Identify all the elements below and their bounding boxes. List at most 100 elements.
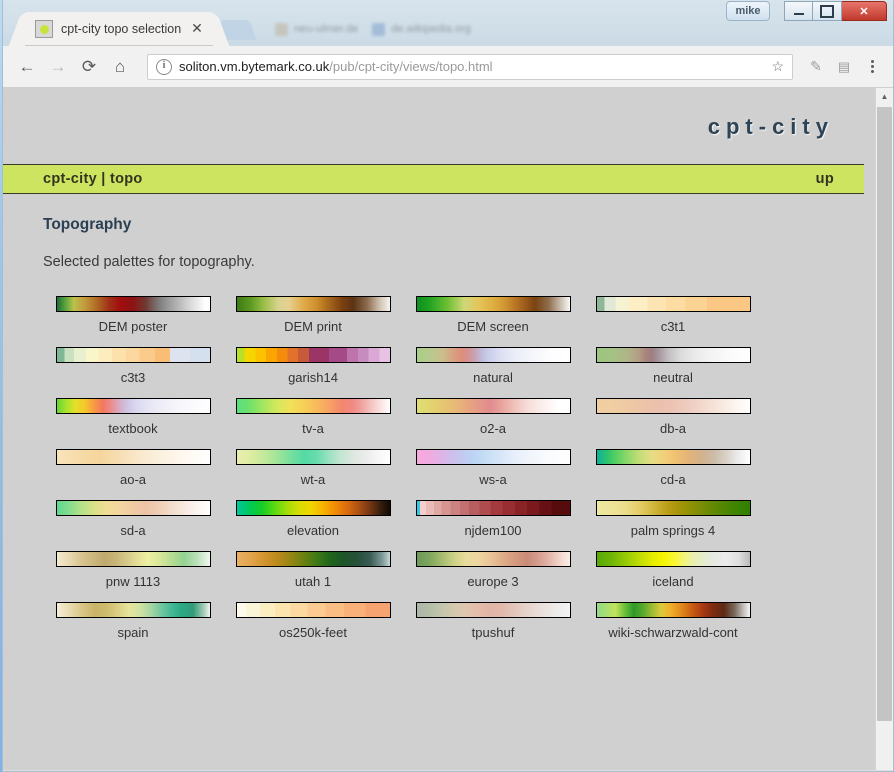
palette-cell[interactable]: iceland — [583, 551, 763, 589]
palette-swatch[interactable] — [235, 398, 391, 414]
minimize-button[interactable] — [784, 1, 813, 21]
scroll-up-icon[interactable]: ▲ — [876, 88, 893, 105]
background-tab-1[interactable]: neu-ulmer.de — [275, 22, 358, 36]
palette-swatch[interactable] — [415, 551, 571, 567]
palette-swatch[interactable] — [595, 602, 751, 618]
palette-label: o2-a — [479, 421, 507, 436]
user-profile-button[interactable]: mike — [726, 1, 770, 21]
palette-swatch[interactable] — [235, 347, 391, 363]
page-description: Selected palettes for topography. — [43, 254, 255, 270]
palette-label: textbook — [108, 421, 158, 436]
palette-swatch[interactable] — [415, 500, 571, 516]
palette-swatch[interactable] — [415, 449, 571, 465]
page-viewport: cpt-city cpt-city | topo up Topography S… — [3, 88, 893, 770]
palette-swatch[interactable] — [235, 602, 391, 618]
palette-swatch[interactable] — [595, 296, 751, 312]
palette-cell[interactable]: tpushuf — [403, 602, 583, 640]
palette-cell[interactable]: o2-a — [403, 398, 583, 436]
palette-swatch[interactable] — [55, 449, 211, 465]
palette-cell[interactable]: textbook — [43, 398, 223, 436]
palette-label: DEM screen — [457, 319, 529, 334]
palette-label: garish14 — [288, 370, 338, 385]
page-info-icon[interactable]: i — [156, 58, 172, 75]
back-icon[interactable]: ← — [13, 53, 41, 81]
palette-label: iceland — [652, 574, 694, 589]
palette-cell[interactable]: neutral — [583, 347, 763, 385]
maximize-button[interactable] — [813, 1, 842, 21]
palette-cell[interactable]: natural — [403, 347, 583, 385]
palette-grid: DEM poster DEM print DEM screen c3t1 c3t3 gar… — [43, 296, 763, 640]
palette-cell[interactable]: wt-a — [223, 449, 403, 487]
palette-cell[interactable]: ao-a — [43, 449, 223, 487]
palette-swatch[interactable] — [55, 500, 211, 516]
forward-icon[interactable]: → — [44, 53, 72, 81]
palette-cell[interactable]: cd-a — [583, 449, 763, 487]
favicon-icon — [275, 22, 288, 36]
palette-cell[interactable]: DEM poster — [43, 296, 223, 334]
palette-swatch[interactable] — [55, 602, 211, 618]
palette-cell[interactable]: njdem100 — [403, 500, 583, 538]
extension-1-icon[interactable]: ✎ — [803, 54, 829, 80]
palette-swatch[interactable] — [415, 602, 571, 618]
palette-swatch[interactable] — [55, 347, 211, 363]
palette-label: europe 3 — [467, 574, 519, 589]
palette-cell[interactable]: europe 3 — [403, 551, 583, 589]
palette-cell[interactable]: wiki-schwarzwald-cont — [583, 602, 763, 640]
palette-cell[interactable]: c3t1 — [583, 296, 763, 334]
palette-swatch[interactable] — [55, 296, 211, 312]
palette-cell[interactable]: DEM print — [223, 296, 403, 334]
palette-label: elevation — [286, 523, 340, 538]
scrollbar-thumb[interactable] — [877, 107, 892, 721]
palette-swatch[interactable] — [55, 551, 211, 567]
address-bar-url: soliton.vm.bytemark.co.uk/pub/cpt-city/v… — [179, 59, 765, 74]
palette-swatch[interactable] — [595, 500, 751, 516]
palette-cell[interactable]: sd-a — [43, 500, 223, 538]
palette-swatch[interactable] — [235, 449, 391, 465]
site-navbar: cpt-city | topo up — [3, 164, 864, 194]
tab-cpt-city-topo-selection[interactable]: cpt-city topo selection ✕ — [25, 12, 213, 46]
green-dot-favicon-icon — [35, 20, 53, 38]
palette-swatch[interactable] — [235, 500, 391, 516]
window-controls: mike ✕ — [726, 1, 887, 21]
extension-2-icon[interactable]: ▤ — [831, 54, 857, 80]
palette-swatch[interactable] — [235, 296, 391, 312]
home-icon[interactable]: ⌂ — [106, 53, 134, 81]
palette-swatch[interactable] — [595, 551, 751, 567]
palette-cell[interactable]: palm springs 4 — [583, 500, 763, 538]
up-link[interactable]: up — [816, 171, 834, 187]
site-logo: cpt-city — [707, 114, 834, 139]
close-tab-icon[interactable]: ✕ — [189, 21, 205, 37]
palette-label: ao-a — [119, 472, 147, 487]
palette-swatch[interactable] — [595, 449, 751, 465]
palette-swatch[interactable] — [415, 347, 571, 363]
bookmark-star-icon[interactable]: ☆ — [771, 58, 784, 75]
palette-cell[interactable]: garish14 — [223, 347, 403, 385]
palette-cell[interactable]: spain — [43, 602, 223, 640]
palette-swatch[interactable] — [235, 551, 391, 567]
palette-label: wiki-schwarzwald-cont — [608, 625, 738, 640]
palette-cell[interactable]: elevation — [223, 500, 403, 538]
palette-cell[interactable]: DEM screen — [403, 296, 583, 334]
palette-cell[interactable]: utah 1 — [223, 551, 403, 589]
page-scrollbar[interactable]: ▲ — [875, 88, 893, 770]
palette-cell[interactable]: ws-a — [403, 449, 583, 487]
palette-cell[interactable]: os250k-feet — [223, 602, 403, 640]
palette-label: sd-a — [120, 523, 146, 538]
palette-swatch[interactable] — [415, 398, 571, 414]
background-tab-2[interactable]: de.wikipedia.org — [372, 22, 471, 36]
palette-swatch[interactable] — [595, 398, 751, 414]
palette-label: cd-a — [660, 472, 686, 487]
palette-swatch[interactable] — [595, 347, 751, 363]
palette-label: c3t3 — [120, 370, 146, 385]
palette-cell[interactable]: pnw 1113 — [43, 551, 223, 589]
palette-swatch[interactable] — [55, 398, 211, 414]
browser-menu-icon[interactable] — [861, 54, 883, 80]
address-bar[interactable]: i soliton.vm.bytemark.co.uk/pub/cpt-city… — [147, 53, 793, 80]
palette-cell[interactable]: c3t3 — [43, 347, 223, 385]
palette-swatch[interactable] — [415, 296, 571, 312]
close-window-button[interactable]: ✕ — [842, 1, 887, 21]
page-content: Topography Selected palettes for topogra… — [3, 194, 864, 640]
reload-icon[interactable]: ⟳ — [75, 53, 103, 81]
palette-cell[interactable]: tv-a — [223, 398, 403, 436]
palette-cell[interactable]: db-a — [583, 398, 763, 436]
